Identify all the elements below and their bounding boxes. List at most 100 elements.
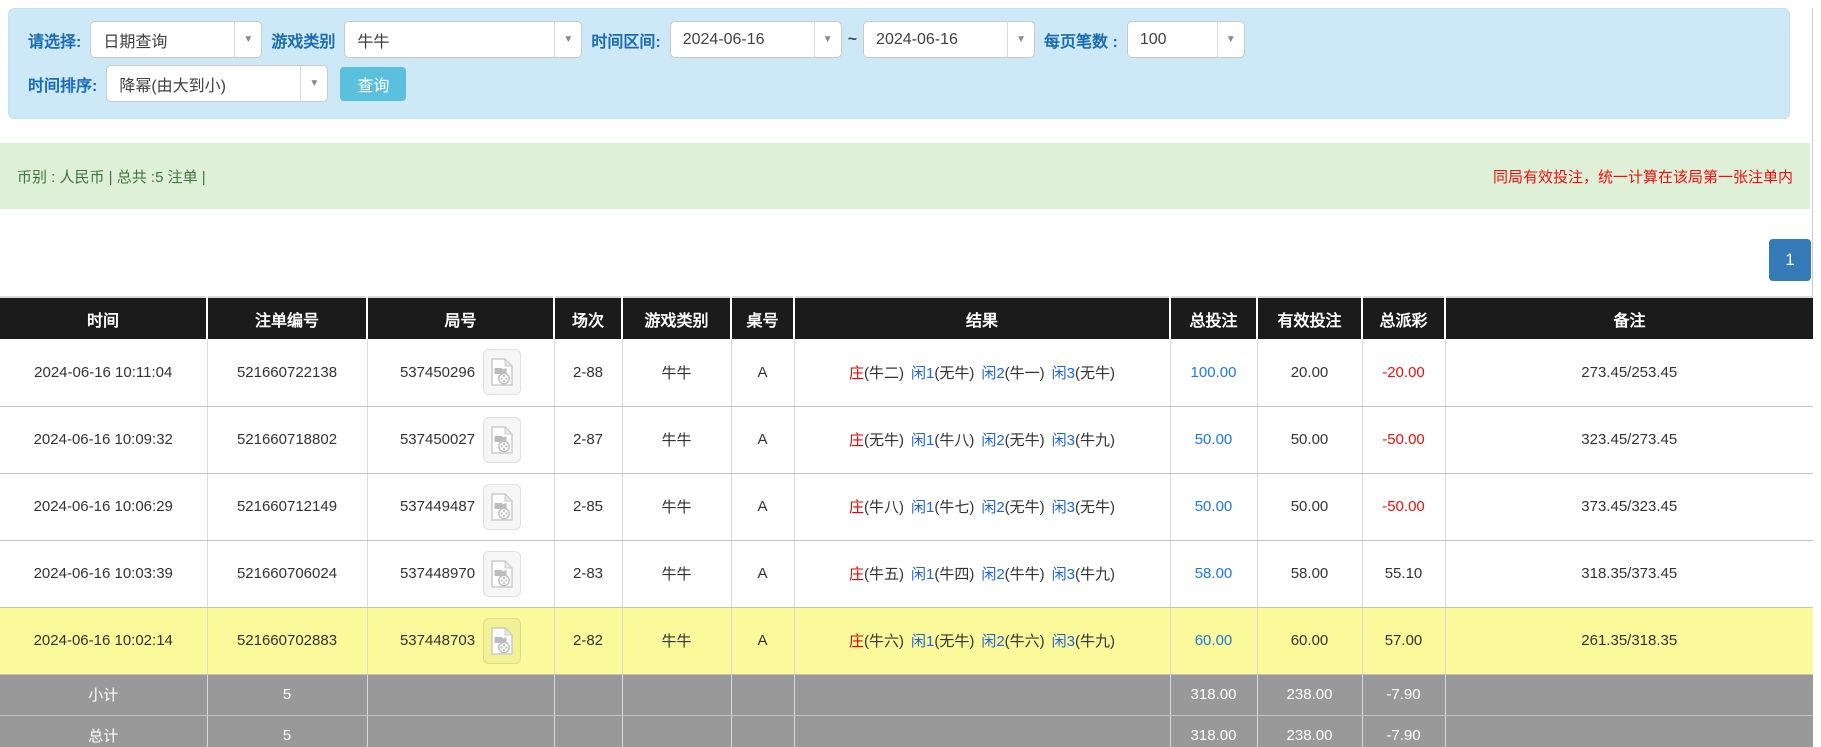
table-id-cell: A xyxy=(731,339,794,406)
video-file-icon xyxy=(491,426,513,454)
chevron-down-icon: ▼ xyxy=(234,22,261,57)
header-table-id: 桌号 xyxy=(731,297,794,339)
time-cell: 2024-06-16 10:11:04 xyxy=(0,339,207,406)
round-id-cell: 537450027 xyxy=(367,406,554,473)
chevron-down-icon: ▼ xyxy=(300,66,327,101)
summary-bar: 币别 : 人民币 | 总共 :5 注单 | 同局有效投注，统一计算在该局第一张注… xyxy=(0,143,1810,209)
round-id-cell: 537448970 xyxy=(367,540,554,607)
banker-label: 庄 xyxy=(849,633,864,650)
banker-label: 庄 xyxy=(849,499,864,516)
remark-cell: 323.45/273.45 xyxy=(1445,406,1813,473)
subtotal-count: 5 xyxy=(207,674,367,715)
round-id-cell: 537448703 xyxy=(367,607,554,674)
player3-label: 闲3 xyxy=(1052,432,1075,449)
content-container: 请选择: 日期查询 ▼ 游戏类别 牛牛 ▼ 时间区间: 2024-06-16 ▼… xyxy=(0,8,1813,747)
round-id-value: 537448970 xyxy=(400,565,475,582)
total-bet-link[interactable]: 60.00 xyxy=(1195,632,1233,649)
page-1-button[interactable]: 1 xyxy=(1769,239,1811,281)
round-id-cell: 537449487 xyxy=(367,473,554,540)
subtotal-payout: -7.90 xyxy=(1362,674,1445,715)
table-id-cell: A xyxy=(731,473,794,540)
page-size-select[interactable]: 100 ▼ xyxy=(1127,21,1245,58)
time-cell: 2024-06-16 10:03:39 xyxy=(0,540,207,607)
time-sort-select[interactable]: 降幂(由大到小) ▼ xyxy=(106,65,328,102)
table-row: 2024-06-16 10:06:29 521660712149 5374494… xyxy=(0,473,1813,540)
round-id-value: 537448703 xyxy=(400,632,475,649)
subtotal-label: 小计 xyxy=(0,674,207,715)
page-size-label: 每页笔数 : xyxy=(1044,28,1118,52)
table-row-highlighted: 2024-06-16 10:02:14 521660702883 5374487… xyxy=(0,607,1813,674)
player1-label: 闲1 xyxy=(911,365,934,382)
session-cell: 2-85 xyxy=(554,473,622,540)
bet-id-cell: 521660722138 xyxy=(207,339,367,406)
session-cell: 2-82 xyxy=(554,607,622,674)
bet-id-cell: 521660718802 xyxy=(207,406,367,473)
remark-cell: 373.45/323.45 xyxy=(1445,473,1813,540)
total-bet-cell: 100.00 xyxy=(1170,339,1257,406)
game-type-cell: 牛牛 xyxy=(622,406,731,473)
payout-cell: 55.10 xyxy=(1362,540,1445,607)
game-type-cell: 牛牛 xyxy=(622,540,731,607)
total-bet-link[interactable]: 58.00 xyxy=(1195,565,1233,582)
total-count: 5 xyxy=(207,715,367,747)
player2-label: 闲2 xyxy=(981,499,1004,516)
table-id-cell: A xyxy=(731,607,794,674)
banker-label: 庄 xyxy=(849,432,864,449)
subtotal-row: 小计 5 318.00 238.00 -7.90 xyxy=(0,674,1813,715)
chevron-down-icon: ▼ xyxy=(1217,22,1244,57)
game-type-value: 牛牛 xyxy=(345,22,554,57)
banker-label: 庄 xyxy=(849,566,864,583)
total-bet-cell: 50.00 xyxy=(1170,473,1257,540)
valid-bet-cell: 20.00 xyxy=(1257,339,1362,406)
video-replay-button[interactable] xyxy=(483,349,521,395)
chevron-down-icon: ▼ xyxy=(814,22,841,57)
valid-bet-cell: 50.00 xyxy=(1257,473,1362,540)
pagination: 1 xyxy=(0,239,1811,281)
total-bet-cell: 50.00 xyxy=(1170,406,1257,473)
chevron-down-icon: ▼ xyxy=(554,22,581,57)
time-cell: 2024-06-16 10:06:29 xyxy=(0,473,207,540)
bet-id-cell: 521660702883 xyxy=(207,607,367,674)
session-cell: 2-88 xyxy=(554,339,622,406)
filter-panel: 请选择: 日期查询 ▼ 游戏类别 牛牛 ▼ 时间区间: 2024-06-16 ▼… xyxy=(8,8,1790,119)
query-type-label: 请选择: xyxy=(28,28,81,52)
date-from-value: 2024-06-16 xyxy=(671,22,814,57)
result-cell: 庄(牛八)闲1(牛七)闲2(无牛)闲3(无牛) xyxy=(794,473,1170,540)
round-id-value: 537450296 xyxy=(400,364,475,381)
player1-label: 闲1 xyxy=(911,566,934,583)
date-to-select[interactable]: 2024-06-16 ▼ xyxy=(863,21,1035,58)
date-range-separator: ~ xyxy=(848,31,857,49)
video-replay-button[interactable] xyxy=(483,618,521,664)
player3-label: 闲3 xyxy=(1052,499,1075,516)
total-payout: -7.90 xyxy=(1362,715,1445,747)
header-game-type: 游戏类别 xyxy=(622,297,731,339)
header-time: 时间 xyxy=(0,297,207,339)
time-cell: 2024-06-16 10:02:14 xyxy=(0,607,207,674)
video-replay-button[interactable] xyxy=(483,484,521,530)
total-bet-link[interactable]: 50.00 xyxy=(1195,431,1233,448)
video-replay-button[interactable] xyxy=(483,417,521,463)
time-sort-value: 降幂(由大到小) xyxy=(107,66,300,101)
date-from-select[interactable]: 2024-06-16 ▼ xyxy=(670,21,842,58)
query-type-select[interactable]: 日期查询 ▼ xyxy=(90,21,262,58)
total-bet-link[interactable]: 100.00 xyxy=(1191,364,1237,381)
header-total-bet: 总投注 xyxy=(1170,297,1257,339)
filter-row-2: 时间排序: 降幂(由大到小) ▼ 查询 xyxy=(19,65,1779,102)
video-replay-button[interactable] xyxy=(483,551,521,597)
game-type-cell: 牛牛 xyxy=(622,473,731,540)
remark-cell: 273.45/253.45 xyxy=(1445,339,1813,406)
round-id-cell: 537450296 xyxy=(367,339,554,406)
date-range-label: 时间区间: xyxy=(591,28,660,52)
bet-id-cell: 521660706024 xyxy=(207,540,367,607)
video-file-icon xyxy=(491,560,513,588)
header-result: 结果 xyxy=(794,297,1170,339)
total-bet-link[interactable]: 50.00 xyxy=(1195,498,1233,515)
result-cell: 庄(牛二)闲1(无牛)闲2(牛一)闲3(无牛) xyxy=(794,339,1170,406)
subtotal-valid-bet: 238.00 xyxy=(1257,674,1362,715)
game-type-select[interactable]: 牛牛 ▼ xyxy=(344,21,582,58)
player3-label: 闲3 xyxy=(1052,566,1075,583)
player1-label: 闲1 xyxy=(911,633,934,650)
remark-cell: 261.35/318.35 xyxy=(1445,607,1813,674)
player1-label: 闲1 xyxy=(911,499,934,516)
search-button[interactable]: 查询 xyxy=(340,67,406,101)
